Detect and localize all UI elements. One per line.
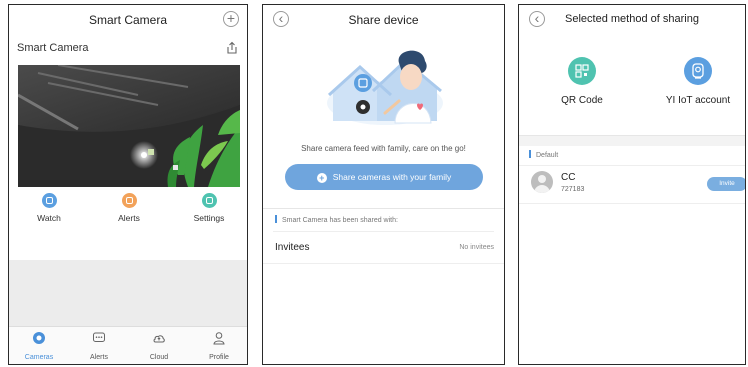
divider	[263, 263, 504, 264]
tab-cameras[interactable]: Cameras	[15, 331, 63, 361]
bottom-tab-bar: Cameras Alerts Cloud Profile	[9, 326, 247, 364]
page-title: Smart Camera	[88, 13, 168, 27]
tab-label: Cloud	[149, 354, 169, 361]
invitees-label: Invitees	[275, 242, 310, 253]
invite-button[interactable]: Invite	[707, 177, 745, 191]
plus-icon: +	[226, 10, 236, 26]
accent-bar	[275, 215, 277, 223]
settings-icon	[201, 193, 217, 208]
alerts-label: Alerts	[118, 213, 140, 223]
camera-name: Smart Camera	[17, 42, 89, 54]
section-separator	[519, 135, 745, 146]
default-group-label: Default	[529, 150, 558, 159]
settings-label: Settings	[193, 213, 225, 223]
divider	[519, 203, 745, 204]
chat-icon	[93, 332, 105, 342]
tab-label: Profile	[209, 354, 229, 361]
contact-name: CC	[561, 172, 576, 183]
feed-image	[18, 65, 240, 187]
watch-icon	[41, 193, 57, 208]
camera-icon	[33, 332, 45, 344]
default-text: Default	[536, 152, 559, 159]
yi-account-label: YI IoT account	[665, 95, 731, 106]
avatar	[531, 171, 553, 193]
share-button-label: Share cameras with your family	[332, 172, 452, 182]
tab-label: Cameras	[24, 354, 54, 361]
page-title: Share device	[348, 13, 419, 27]
tab-cloud[interactable]: Cloud	[135, 331, 183, 361]
watch-label: Watch	[37, 213, 61, 223]
divider	[263, 208, 504, 209]
add-camera-button[interactable]: +	[223, 11, 239, 27]
divider	[519, 165, 745, 166]
alerts-icon	[121, 193, 137, 208]
qr-code-label: QR Code	[561, 95, 603, 106]
contact-number: 727183	[561, 186, 585, 193]
tab-label: Alerts	[90, 354, 108, 361]
share-cameras-button[interactable]: + Share cameras with your family	[285, 164, 483, 190]
shared-with-label: Smart Camera has been shared with:	[275, 215, 398, 224]
account-icon	[684, 57, 712, 85]
page-title: Selected method of sharing	[565, 13, 699, 25]
divider	[273, 231, 494, 232]
qr-code-icon	[568, 57, 596, 85]
settings-button[interactable]: Settings	[179, 193, 239, 223]
watch-button[interactable]: Watch	[19, 193, 79, 223]
share-illustration-icon	[327, 50, 443, 125]
empty-area	[9, 260, 247, 326]
alerts-button[interactable]: Alerts	[99, 193, 159, 223]
qr-code-option[interactable]: QR Code	[537, 57, 627, 106]
share-tagline: Share camera feed with family, care on t…	[301, 144, 466, 153]
camera-feed[interactable]	[18, 65, 240, 187]
share-icon[interactable]	[225, 41, 239, 55]
no-invitees-text: No invitees	[459, 244, 494, 251]
plus-icon: +	[316, 173, 327, 183]
panel-camera-home: Smart Camera + Smart Camera Watch Alerts…	[8, 4, 248, 365]
tab-alerts[interactable]: Alerts	[75, 331, 123, 361]
camera-actions: Watch Alerts Settings	[9, 193, 247, 233]
section-text: Smart Camera has been shared with:	[282, 217, 398, 224]
tab-profile[interactable]: Profile	[195, 331, 243, 361]
cloud-icon	[153, 335, 165, 343]
panel-sharing-method: ‹ Selected method of sharing QR Code YI …	[518, 4, 746, 365]
person-icon	[213, 332, 225, 345]
yi-account-option[interactable]: YI IoT account	[653, 57, 743, 106]
panel-share-device: ‹ Share device Share camera feed with fa…	[262, 4, 505, 365]
accent-bar	[529, 150, 531, 158]
